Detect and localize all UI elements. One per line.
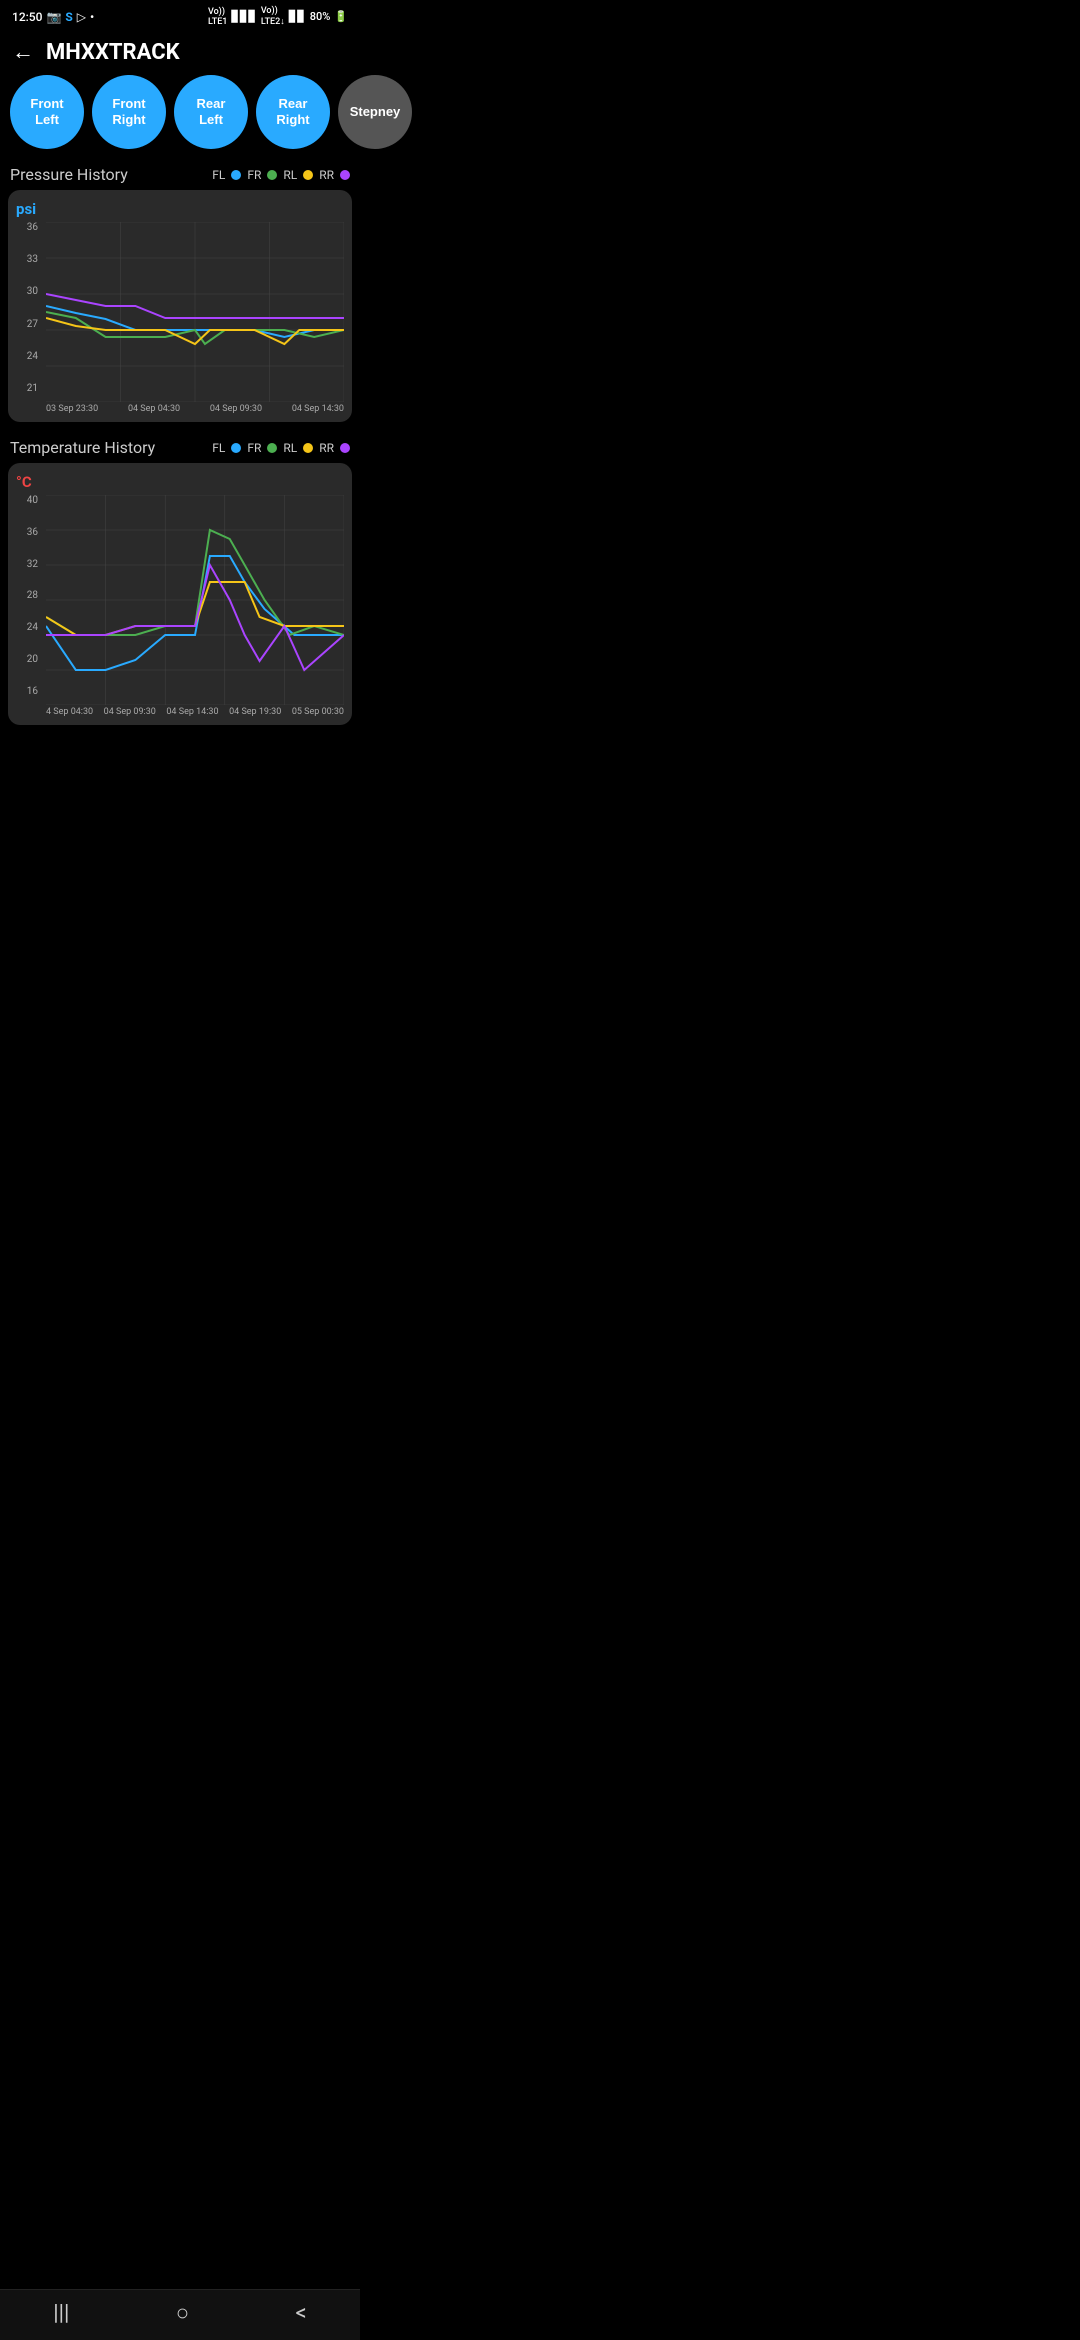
pressure-chart-area: 36 33 30 27 24 21: [16, 222, 344, 414]
pressure-chart-svg-wrap: [46, 222, 344, 402]
temp-chart-svg-wrap: [46, 495, 344, 705]
temp-chart-area: 40 36 32 28 24 20 16: [16, 495, 344, 717]
pressure-legend-rr-label: RR: [319, 168, 334, 182]
pressure-y-labels: 36 33 30 27 24 21: [16, 222, 42, 394]
signal-bars1: ▊▊▊: [231, 10, 256, 23]
tire-buttons-row: FrontLeft FrontRight RearLeft RearRight …: [0, 75, 360, 161]
nav-home-icon[interactable]: ○: [176, 2300, 189, 2326]
nav-back-icon[interactable]: <: [296, 2301, 307, 2326]
temp-legend-fl-dot: [231, 443, 241, 453]
tire-btn-fl[interactable]: FrontLeft: [10, 75, 84, 149]
pressure-legend-fl-label: FL: [212, 168, 225, 182]
pressure-legend-rr-dot: [340, 170, 350, 180]
pressure-legend: FL FR RL RR: [212, 168, 350, 182]
tire-btn-rr[interactable]: RearRight: [256, 75, 330, 149]
page-title: MHXXTRACK: [46, 40, 180, 65]
pressure-chart-container: psi 36 33 30 27 24 21: [8, 190, 352, 422]
pressure-history-title: Pressure History: [10, 165, 128, 184]
camera-icon: 📷: [46, 10, 61, 24]
pressure-legend-fr-label: FR: [247, 168, 261, 182]
temp-legend: FL FR RL RR: [212, 441, 350, 455]
back-button[interactable]: ←: [12, 39, 34, 65]
s-icon: S: [65, 10, 72, 24]
pressure-legend-rl-label: RL: [283, 168, 297, 182]
pressure-section-header: Pressure History FL FR RL RR: [0, 161, 360, 190]
temp-history-title: Temperature History: [10, 438, 155, 457]
tire-btn-stepney[interactable]: Stepney: [338, 75, 412, 149]
bottom-nav: ||| ○ <: [0, 2289, 360, 2340]
temp-chart-container: °C 40 36 32 28 24 20 16: [8, 463, 352, 725]
pressure-legend-rl-dot: [303, 170, 313, 180]
signal-lte1: Vo))LTE1: [208, 7, 227, 27]
dot-icon: •: [90, 10, 94, 24]
tire-btn-fr[interactable]: FrontRight: [92, 75, 166, 149]
temp-legend-rr-label: RR: [319, 441, 334, 455]
signal-lte2: Vo))LTE2↓: [261, 6, 285, 27]
temp-legend-rr-dot: [340, 443, 350, 453]
tire-btn-rl[interactable]: RearLeft: [174, 75, 248, 149]
temp-legend-rl-label: RL: [283, 441, 297, 455]
temp-y-labels: 40 36 32 28 24 20 16: [16, 495, 42, 697]
pressure-legend-fl-dot: [231, 170, 241, 180]
battery-icon: 🔋: [334, 10, 348, 23]
temp-chart-svg: [46, 495, 344, 705]
pressure-x-labels: 03 Sep 23:30 04 Sep 04:30 04 Sep 09:30 0…: [46, 402, 344, 414]
temp-legend-rl-dot: [303, 443, 313, 453]
nav-recents-icon[interactable]: |||: [53, 2301, 69, 2326]
play-icon: ▷: [77, 10, 86, 24]
pressure-unit-label: psi: [16, 200, 344, 218]
status-left: 12:50 📷 S ▷ •: [12, 10, 94, 24]
pressure-legend-fr-dot: [267, 170, 277, 180]
temp-legend-fl-label: FL: [212, 441, 225, 455]
temp-x-labels: 4 Sep 04:30 04 Sep 09:30 04 Sep 14:30 04…: [46, 705, 344, 717]
battery-percent: 80%: [310, 10, 331, 23]
temp-unit-label: °C: [16, 473, 344, 491]
status-bar: 12:50 📷 S ▷ • Vo))LTE1 ▊▊▊ Vo))LTE2↓ ▊▊ …: [0, 0, 360, 31]
status-right: Vo))LTE1 ▊▊▊ Vo))LTE2↓ ▊▊ 80% 🔋: [208, 6, 348, 27]
temp-section-header: Temperature History FL FR RL RR: [0, 434, 360, 463]
time: 12:50: [12, 10, 42, 24]
temp-legend-fr-label: FR: [247, 441, 261, 455]
header: ← MHXXTRACK: [0, 31, 360, 75]
signal-bars2: ▊▊: [289, 10, 306, 23]
pressure-chart-svg: [46, 222, 344, 402]
temp-legend-fr-dot: [267, 443, 277, 453]
